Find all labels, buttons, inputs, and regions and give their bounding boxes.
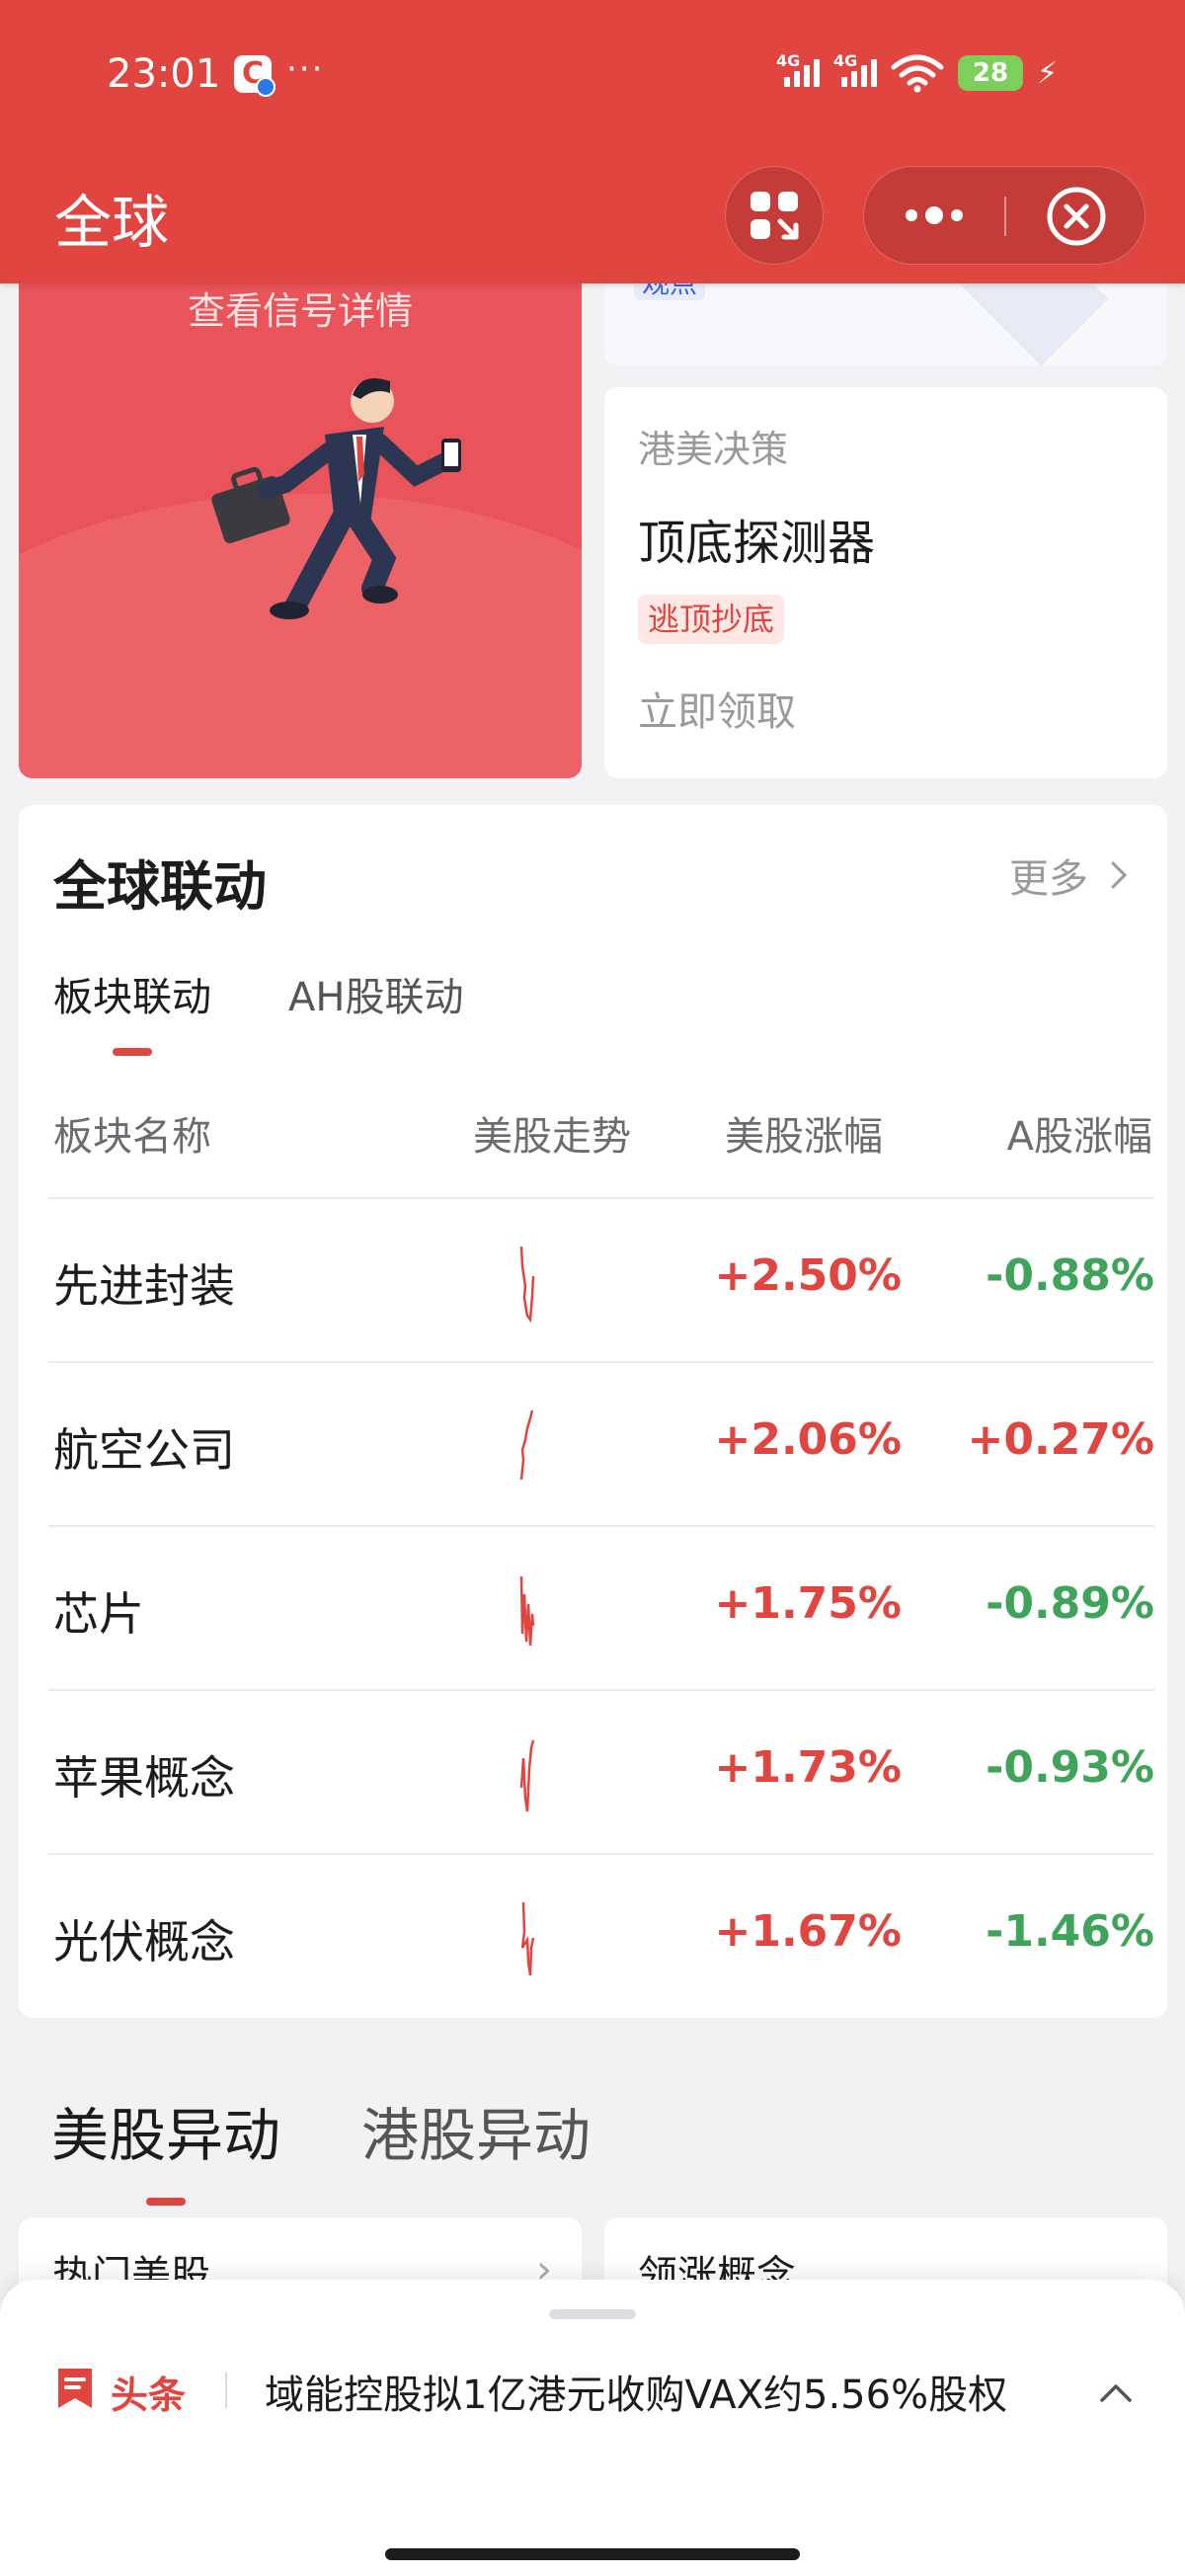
card-title: 顶底探测器	[638, 516, 876, 571]
home-indicator[interactable]	[385, 2548, 800, 2560]
status-time: 23:01	[107, 51, 221, 97]
section-title: 全球联动	[53, 855, 267, 918]
sector-name: 芯片	[53, 1587, 144, 1641]
us-trend-sparkline	[519, 1739, 535, 1812]
claim-now-link[interactable]: 立即领取	[638, 680, 796, 737]
wifi-icon	[891, 54, 944, 93]
a-change-value: -1.46%	[986, 1906, 1154, 1957]
charging-icon: ⚡	[1037, 55, 1059, 91]
card-source: 港美决策	[638, 428, 789, 471]
us-change-value: +2.06%	[714, 1414, 902, 1465]
miniprogram-capsule	[863, 166, 1146, 265]
tab-ah-linkage[interactable]: AH股联动	[288, 965, 463, 1022]
col-a-change: A股涨幅	[1006, 1114, 1152, 1160]
us-change-value: +2.50%	[714, 1250, 902, 1301]
us-change-value: +1.75%	[714, 1578, 902, 1629]
running-businessman-illustration	[211, 378, 461, 619]
sector-name: 航空公司	[53, 1423, 235, 1477]
tab-us-movers[interactable]: 美股异动	[51, 2089, 280, 2172]
table-row[interactable]: 航空公司 +2.06% +0.27%	[48, 1361, 1154, 1525]
signal-4g-icon-2: 4G	[833, 51, 877, 87]
notification-app-icon: C	[234, 55, 276, 97]
bookmark-news-icon	[58, 2369, 92, 2408]
more-dots-icon	[906, 205, 963, 224]
table-row[interactable]: 苹果概念 +1.73% -0.93%	[48, 1689, 1154, 1853]
close-miniprogram-button[interactable]	[1006, 167, 1146, 266]
more-notifications-icon: ···	[286, 49, 325, 89]
headline-text[interactable]: 域能控股拟1亿港元收购VAX约5.56%股权	[265, 2363, 1035, 2420]
close-circle-icon	[1047, 187, 1106, 246]
tab-hk-movers[interactable]: 港股异动	[361, 2089, 591, 2172]
table-row[interactable]: 先进封装 +2.50% -0.88%	[48, 1197, 1154, 1361]
us-change-value: +1.73%	[714, 1742, 902, 1793]
col-us-change: 美股涨幅	[725, 1114, 883, 1160]
card-tag: 逃顶抄底	[638, 595, 785, 644]
linkage-tabs: 板块联动 AH股联动	[53, 965, 463, 1022]
signal-promo-card[interactable]: 查看信号详情	[19, 237, 582, 778]
headline-divider	[225, 2373, 227, 2408]
status-indicators: 4G 4G 28 ⚡	[776, 47, 1058, 99]
chevron-right-icon	[1111, 861, 1128, 889]
us-change-value: +1.67%	[714, 1906, 902, 1957]
a-change-value: -0.93%	[986, 1742, 1154, 1793]
a-change-value: -0.89%	[986, 1578, 1154, 1629]
apps-grid-button[interactable]	[725, 166, 824, 265]
more-link[interactable]: 更多	[1009, 846, 1128, 904]
chevron-up-icon[interactable]	[1092, 2369, 1140, 2416]
sector-name: 光伏概念	[53, 1915, 235, 1969]
tab-sector-linkage[interactable]: 板块联动	[53, 965, 211, 1022]
a-change-value: -0.88%	[986, 1250, 1154, 1301]
apps-grid-icon	[750, 192, 799, 240]
us-trend-sparkline	[519, 1246, 535, 1324]
a-change-value: +0.27%	[967, 1414, 1154, 1465]
sector-name: 先进封装	[53, 1259, 235, 1313]
table-header: 板块名称 美股走势 美股涨幅 A股涨幅	[53, 1104, 1152, 1203]
app-header: 23:01 C ··· 4G 4G 28 ⚡ 全球	[0, 0, 1185, 283]
us-trend-sparkline	[519, 1409, 534, 1481]
drag-handle[interactable]	[549, 2309, 636, 2319]
sector-name: 苹果概念	[53, 1751, 235, 1805]
global-linkage-section: 全球联动 更多 板块联动 AH股联动 板块名称 美股走势 美股涨幅 A股涨幅 先…	[19, 805, 1167, 2018]
movers-tabs: 美股异动 港股异动	[51, 2089, 591, 2172]
col-us-trend: 美股走势	[473, 1114, 631, 1160]
more-options-button[interactable]	[864, 167, 1004, 266]
table-row[interactable]: 芯片 +1.75% -0.89%	[48, 1525, 1154, 1689]
headline-label: 头条	[111, 2374, 187, 2417]
top-bottom-detector-card[interactable]: 港美决策 顶底探测器 逃顶抄底 立即领取	[604, 387, 1167, 778]
page-title: 全球	[54, 189, 170, 256]
more-label: 更多	[1009, 856, 1088, 902]
signal-4g-icon: 4G	[776, 51, 820, 87]
us-trend-sparkline	[520, 1901, 535, 1976]
table-row[interactable]: 光伏概念 +1.67% -1.46%	[48, 1853, 1154, 2017]
news-bottom-sheet: 头条 域能控股拟1亿港元收购VAX约5.56%股权	[0, 2280, 1185, 2576]
col-sector-name: 板块名称	[53, 1114, 211, 1160]
battery-indicator: 28	[958, 55, 1023, 91]
us-trend-sparkline	[519, 1575, 535, 1647]
signal-details-link[interactable]: 查看信号详情	[19, 281, 582, 335]
